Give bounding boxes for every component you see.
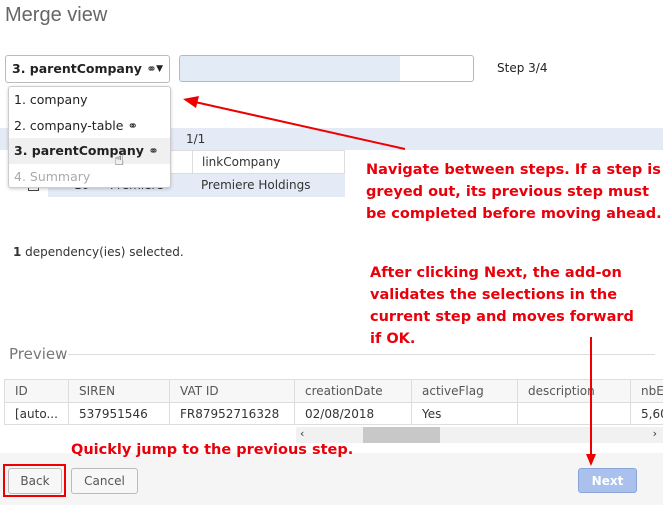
step-label: Step 3/4 (497, 61, 548, 75)
annotation-back: Quickly jump to the previous step. (71, 442, 354, 458)
link-icon: ⚭ (127, 117, 138, 133)
divider (68, 354, 655, 355)
next-button[interactable]: Next (578, 468, 637, 493)
step-dropdown-menu: 1. company 2. company-table ⚭ 3. parentC… (8, 86, 171, 188)
dependency-count: 1 dependency(ies) selected. (13, 245, 184, 259)
menu-item-company-table[interactable]: 2. company-table ⚭ (9, 113, 170, 139)
preview-cell: 02/08/2018 (294, 403, 411, 424)
column-header[interactable]: activeFlag (411, 380, 517, 403)
preview-header-row: ID SIREN VAT ID creationDate activeFlag descr… (5, 380, 663, 403)
preview-cell: 537951546 (68, 403, 169, 424)
dependency-count-text: dependency(ies) selected. (21, 245, 184, 259)
progress-bar (179, 55, 474, 82)
scrollbar-thumb[interactable] (363, 427, 440, 443)
column-header[interactable]: description (517, 380, 630, 403)
cancel-button[interactable]: Cancel (71, 468, 138, 494)
preview-cell (517, 403, 630, 424)
preview-cell: [auto... (15, 407, 58, 421)
menu-item-label: 3. parentCompany (14, 143, 144, 158)
column-header[interactable]: ID (5, 380, 68, 403)
preview-table: ID SIREN VAT ID creationDate activeFlag descr… (4, 379, 663, 425)
column-header[interactable]: VAT ID (169, 380, 294, 403)
annotation-next: After clicking Next, the add-on validate… (370, 265, 634, 347)
caret-down-icon: ▼ (156, 64, 163, 74)
column-header-linkcompany[interactable]: linkCompany (192, 151, 280, 173)
progress-fill (180, 56, 400, 81)
preview-cell: FR87952716328 (169, 403, 294, 424)
menu-item-label: 1. company (14, 92, 88, 107)
page-title: Merge view (5, 4, 108, 26)
column-header[interactable]: nbE (630, 380, 663, 403)
hand-cursor-icon: ☝ (114, 150, 125, 170)
link-icon: ⚭ (148, 143, 159, 158)
highlight-box (3, 464, 66, 497)
menu-item-company[interactable]: 1. company (9, 87, 170, 113)
step-select-value: 3. parentCompany (12, 61, 142, 76)
column-header[interactable]: SIREN (68, 380, 169, 403)
scroll-right-icon[interactable]: › (653, 427, 657, 440)
preview-cell: Yes (411, 403, 517, 424)
column-header[interactable]: creationDate (294, 380, 411, 403)
menu-item-parentcompany[interactable]: 3. parentCompany ⚭ (9, 138, 170, 164)
preview-cell: 5,60 (630, 403, 663, 424)
menu-item-summary: 4. Summary (9, 164, 170, 190)
cell-link: Premiere Holdings (201, 178, 311, 192)
annotation-steps: Navigate between steps. If a step is gre… (366, 162, 662, 222)
preview-heading: Preview (9, 345, 68, 363)
preview-data-row[interactable]: [auto... 537951546 FR87952716328 02/08/2018… (5, 402, 663, 424)
pager: 1/1 (186, 132, 206, 146)
menu-item-label: 4. Summary (14, 168, 91, 184)
step-select[interactable]: 3. parentCompany ⚭ ▼ (5, 55, 170, 83)
menu-item-label: 2. company-table (14, 117, 124, 133)
arrowhead (183, 96, 199, 108)
